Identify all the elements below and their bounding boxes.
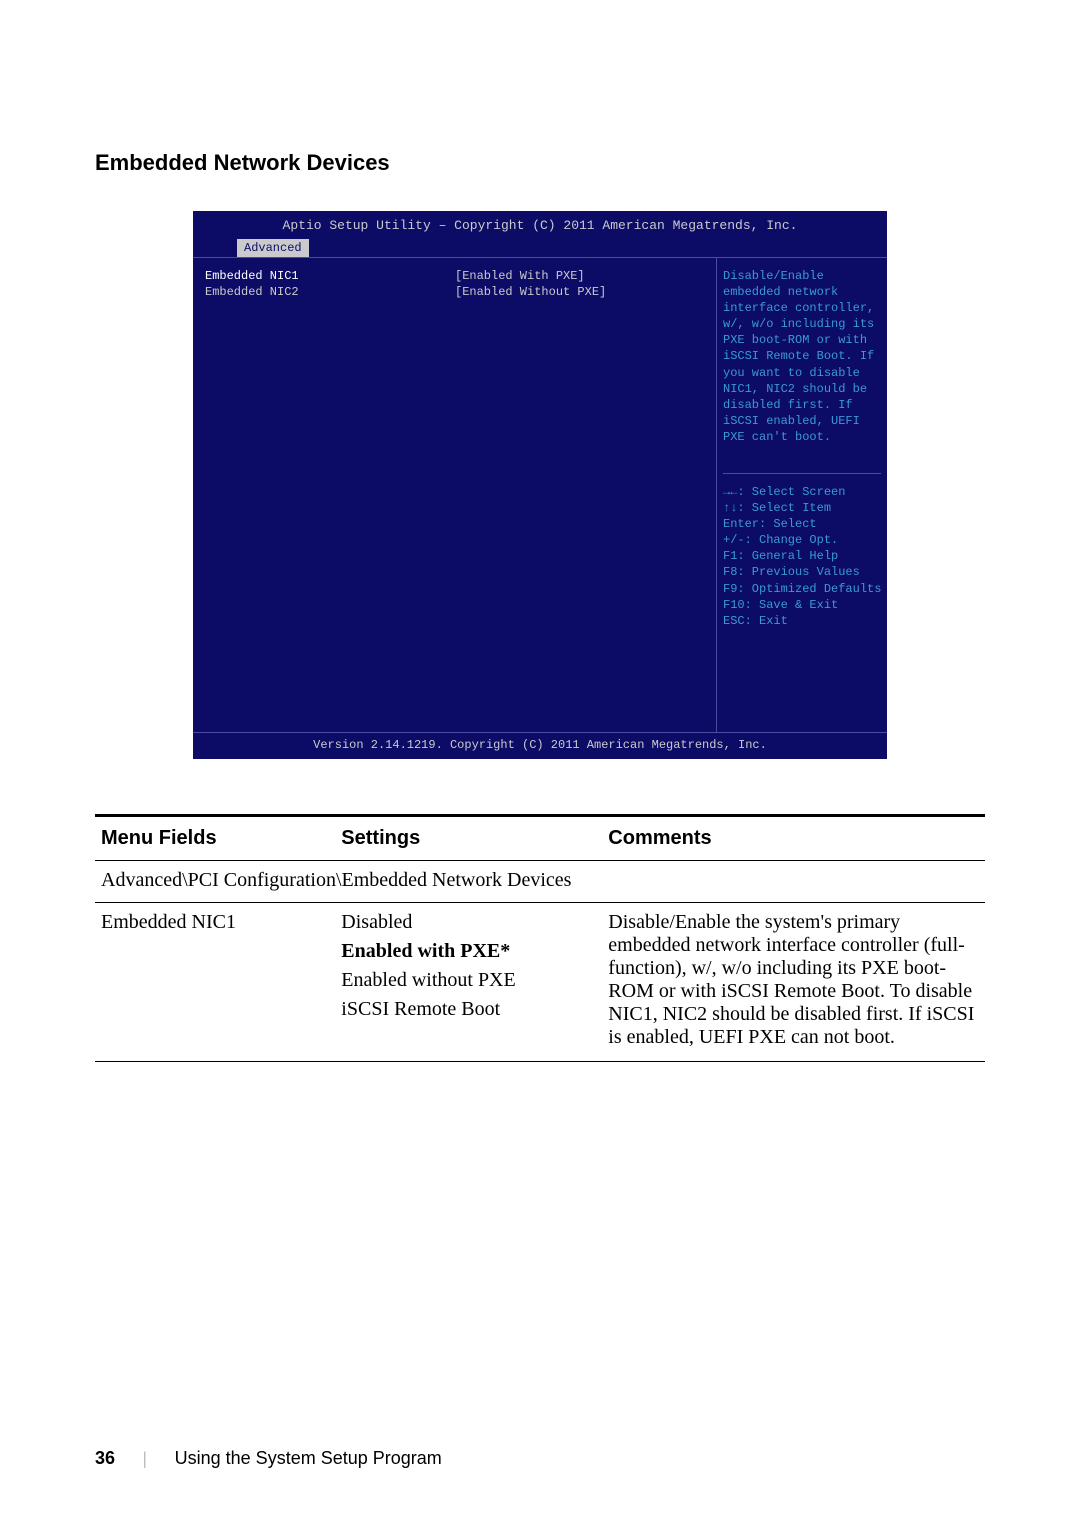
table-path: Advanced\PCI Configuration\Embedded Netw… xyxy=(95,861,985,903)
bios-key-line: ↑↓: Select Item xyxy=(723,500,881,516)
bios-side-panel: Disable/Enable embedded network interfac… xyxy=(717,258,887,732)
footer-text: Using the System Setup Program xyxy=(175,1448,442,1469)
bios-key-line: F8: Previous Values xyxy=(723,564,881,580)
td-comments: Disable/Enable the system's primary embe… xyxy=(602,903,985,1062)
bios-value-nic2: [Enabled Without PXE] xyxy=(455,284,606,300)
bios-value-nic1: [Enabled With PXE] xyxy=(455,268,585,284)
bios-label-nic2: Embedded NIC2 xyxy=(205,284,455,300)
bios-key-line: F9: Optimized Defaults xyxy=(723,581,881,597)
bios-key-line: F1: General Help xyxy=(723,548,881,564)
bios-screenshot: Aptio Setup Utility – Copyright (C) 2011… xyxy=(193,211,887,759)
bios-row-nic2: Embedded NIC2 [Enabled Without PXE] xyxy=(205,284,704,300)
td-menu-field: Embedded NIC1 xyxy=(95,903,335,1062)
bios-row-nic1: Embedded NIC1 [Enabled With PXE] xyxy=(205,268,704,284)
setting-option-enabled-without-pxe: Enabled without PXE xyxy=(341,969,596,992)
table-row: Embedded NIC1 Disabled Enabled with PXE*… xyxy=(95,903,985,1062)
page-number: 36 xyxy=(95,1448,115,1469)
setting-option-enabled-pxe: Enabled with PXE* xyxy=(341,940,596,963)
bios-key-line: Enter: Select xyxy=(723,516,881,532)
th-menu-fields: Menu Fields xyxy=(95,816,335,861)
section-heading: Embedded Network Devices xyxy=(95,150,985,176)
bios-tab-advanced: Advanced xyxy=(237,239,309,257)
th-comments: Comments xyxy=(602,816,985,861)
table-path-row: Advanced\PCI Configuration\Embedded Netw… xyxy=(95,861,985,903)
td-settings: Disabled Enabled with PXE* Enabled witho… xyxy=(335,903,602,1062)
bios-key-line: +/-: Change Opt. xyxy=(723,532,881,548)
setting-option-iscsi: iSCSI Remote Boot xyxy=(341,998,596,1021)
bios-footer: Version 2.14.1219. Copyright (C) 2011 Am… xyxy=(193,733,887,757)
bios-key-line: →←: Select Screen xyxy=(723,484,881,500)
page-footer: 36 | Using the System Setup Program xyxy=(95,1448,442,1469)
th-settings: Settings xyxy=(335,816,602,861)
bios-label-nic1: Embedded NIC1 xyxy=(205,268,455,284)
bios-key-line: F10: Save & Exit xyxy=(723,597,881,613)
footer-divider-icon: | xyxy=(143,1448,147,1469)
bios-key-line: ESC: Exit xyxy=(723,613,881,629)
setting-option-disabled: Disabled xyxy=(341,911,596,934)
bios-key-legend: →←: Select Screen ↑↓: Select Item Enter:… xyxy=(723,473,881,630)
settings-table: Menu Fields Settings Comments Advanced\P… xyxy=(95,814,985,1062)
bios-help-text: Disable/Enable embedded network interfac… xyxy=(723,268,881,473)
bios-tabs: Advanced xyxy=(193,239,887,257)
bios-header: Aptio Setup Utility – Copyright (C) 2011… xyxy=(193,211,887,239)
bios-main-panel: Embedded NIC1 [Enabled With PXE] Embedde… xyxy=(193,258,717,732)
